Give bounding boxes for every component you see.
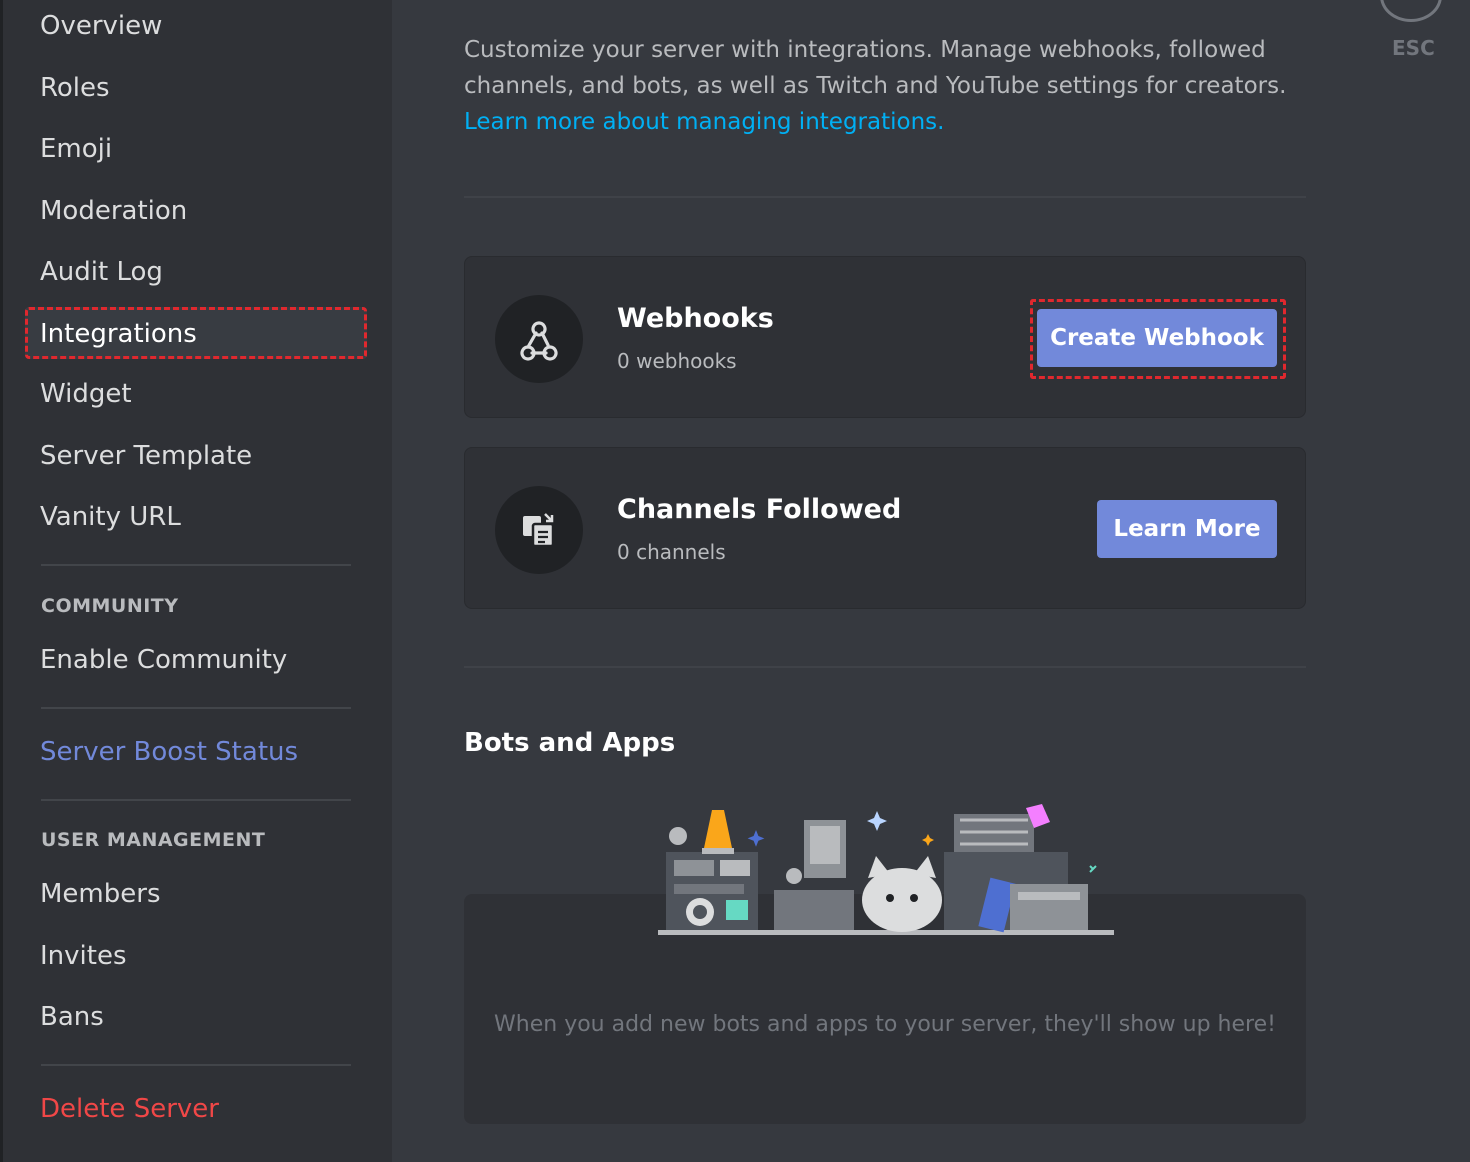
sidebar-item-overview[interactable]: Overview	[40, 4, 162, 48]
sidebar-item-roles[interactable]: Roles	[40, 66, 110, 110]
webhooks-card[interactable]: Webhooks 0 webhooks Create Webhook	[464, 256, 1306, 418]
sidebar-divider	[41, 1064, 351, 1066]
sidebar-item-server-template[interactable]: Server Template	[40, 434, 252, 478]
sidebar-item-widget[interactable]: Widget	[40, 372, 132, 416]
sidebar-item-invites[interactable]: Invites	[40, 934, 127, 978]
channels-followed-count: 0 channels	[617, 540, 726, 564]
bots-empty-illustration	[658, 804, 1114, 935]
esc-label: ESC	[1392, 36, 1435, 60]
close-icon[interactable]	[1380, 0, 1442, 22]
sidebar-item-moderation[interactable]: Moderation	[40, 189, 187, 233]
sidebar-divider	[41, 564, 351, 566]
sidebar-item-audit-log[interactable]: Audit Log	[40, 250, 163, 294]
sidebar-item-members[interactable]: Members	[40, 872, 161, 916]
user-management-section-header: USER MANAGEMENT	[41, 829, 266, 851]
sidebar-item-bans[interactable]: Bans	[40, 995, 104, 1039]
sidebar-item-delete-server[interactable]: Delete Server	[40, 1087, 219, 1131]
sidebar-divider	[41, 707, 351, 709]
community-section-header: COMMUNITY	[41, 595, 179, 617]
sidebar-item-integrations[interactable]: Integrations	[40, 312, 197, 356]
integrations-content: Customize your server with integrations.…	[392, 0, 1470, 1162]
integrations-description: Customize your server with integrations.…	[464, 32, 1312, 140]
bots-empty-message: When you add new bots and apps to your s…	[494, 1012, 1276, 1037]
webhooks-count: 0 webhooks	[617, 349, 737, 373]
sidebar-item-emoji[interactable]: Emoji	[40, 127, 112, 171]
description-text: Customize your server with integrations.…	[464, 37, 1287, 99]
section-divider	[464, 666, 1306, 668]
channels-followed-card[interactable]: Channels Followed 0 channels Learn More	[464, 447, 1306, 609]
bots-and-apps-title: Bots and Apps	[464, 728, 676, 758]
webhook-icon	[495, 295, 583, 383]
channels-followed-title: Channels Followed	[617, 494, 902, 525]
section-divider	[464, 196, 1306, 198]
learn-more-link[interactable]: Learn more about managing integrations.	[464, 109, 944, 135]
learn-more-button[interactable]: Learn More	[1097, 500, 1277, 558]
channel-follow-icon	[495, 486, 583, 574]
create-webhook-button[interactable]: Create Webhook	[1037, 309, 1277, 367]
webhooks-title: Webhooks	[617, 303, 774, 334]
sidebar-item-server-boost-status[interactable]: Server Boost Status	[40, 730, 298, 774]
sidebar-item-enable-community[interactable]: Enable Community	[40, 638, 287, 682]
sidebar-item-vanity-url[interactable]: Vanity URL	[40, 495, 181, 539]
sidebar-divider	[41, 799, 351, 801]
settings-sidebar: Overview Roles Emoji Moderation Audit Lo…	[0, 0, 392, 1162]
